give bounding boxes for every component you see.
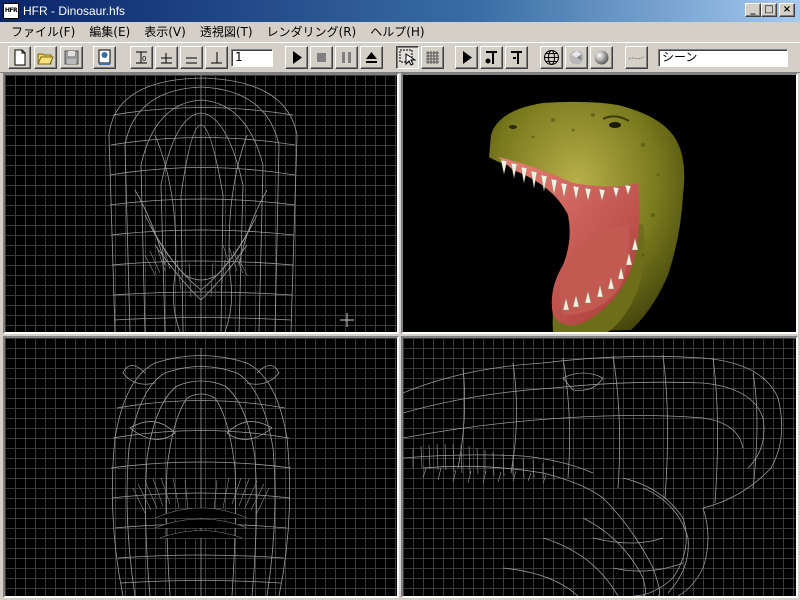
menu-perspective[interactable]: 透視図(T) [193, 23, 260, 41]
window-title: HFR - Dinosaur.hfs [23, 4, 126, 18]
front-wireframe-viewport[interactable] [3, 73, 399, 334]
menu-rendering[interactable]: レンダリング(R) [260, 23, 364, 41]
frame-number-input[interactable]: 1 [231, 49, 273, 67]
line-tool-icon [628, 56, 645, 60]
close-button[interactable]: × [779, 3, 795, 17]
perspective-render-viewport[interactable] [401, 73, 798, 334]
menu-help[interactable]: ヘルプ(H) [363, 23, 431, 41]
properties-icon [98, 49, 111, 65]
frame-end-icon [211, 52, 222, 64]
smooth-sphere-icon [594, 50, 609, 65]
frame-end-button[interactable] [205, 46, 228, 69]
svg-text:0: 0 [142, 55, 146, 63]
key-delete-icon [511, 51, 522, 64]
menu-bar: ファイル(F) 編集(E) 表示(V) 透視図(T) レンダリング(R) ヘルプ… [0, 22, 800, 41]
play-animation-button[interactable] [455, 46, 478, 69]
stop-button[interactable] [310, 46, 333, 69]
dinosaur-rendered-head [489, 101, 685, 332]
title-bar[interactable]: HFR HFR - Dinosaur.hfs _ □ × [0, 0, 800, 22]
grid-icon [426, 51, 439, 64]
key-set-icon [485, 51, 497, 64]
minimize-button[interactable]: _ [745, 3, 761, 17]
properties-button[interactable] [93, 46, 116, 69]
menu-file[interactable]: ファイル(F) [4, 23, 82, 41]
top-wireframe-viewport[interactable] [3, 336, 399, 598]
new-file-button[interactable] [8, 46, 31, 69]
stop-icon [317, 53, 326, 62]
frame-prev-icon [161, 53, 172, 64]
dinosaur-side-wireframe [403, 354, 783, 596]
menu-view[interactable]: 表示(V) [137, 23, 193, 41]
frame-prev-button[interactable] [155, 46, 178, 69]
pause-icon [342, 52, 351, 63]
maximize-button[interactable]: □ [761, 3, 777, 17]
open-button[interactable] [34, 46, 57, 69]
select-tool-button[interactable] [396, 46, 419, 69]
viewport-area [3, 73, 798, 598]
scene-selector[interactable]: シーン [658, 49, 788, 67]
frame-start-icon: 0 [136, 51, 147, 64]
save-button[interactable] [60, 46, 83, 69]
play-animation-icon [463, 51, 472, 64]
open-folder-icon [37, 53, 54, 65]
eject-button[interactable] [360, 46, 383, 69]
dinosaur-top-wireframe [110, 348, 292, 596]
frame-next-button[interactable] [180, 46, 203, 69]
play-button[interactable] [285, 46, 308, 69]
select-arrow-icon [399, 49, 416, 66]
side-wireframe-viewport[interactable] [401, 336, 798, 598]
grid-button[interactable] [421, 46, 444, 69]
flat-sphere-icon [569, 50, 584, 65]
pause-button[interactable] [335, 46, 358, 69]
dinosaur-front-wireframe [108, 75, 354, 332]
save-disk-icon [64, 50, 79, 65]
wireframe-sphere-icon [544, 50, 559, 65]
toolbar: 0 1 シーン [0, 42, 800, 73]
smooth-shading-button[interactable] [590, 46, 613, 69]
eject-icon [366, 52, 377, 63]
new-file-icon [14, 49, 26, 66]
flat-shading-button[interactable] [565, 46, 588, 69]
set-key-button[interactable] [480, 46, 503, 69]
frame-next-icon [186, 57, 197, 64]
menu-edit[interactable]: 編集(E) [82, 23, 137, 41]
line-tool-button[interactable] [625, 46, 648, 69]
wireframe-mode-button[interactable] [540, 46, 563, 69]
frame-start-button[interactable]: 0 [130, 46, 153, 69]
app-icon: HFR [3, 3, 19, 19]
play-icon [293, 51, 302, 64]
delete-key-button[interactable] [505, 46, 528, 69]
